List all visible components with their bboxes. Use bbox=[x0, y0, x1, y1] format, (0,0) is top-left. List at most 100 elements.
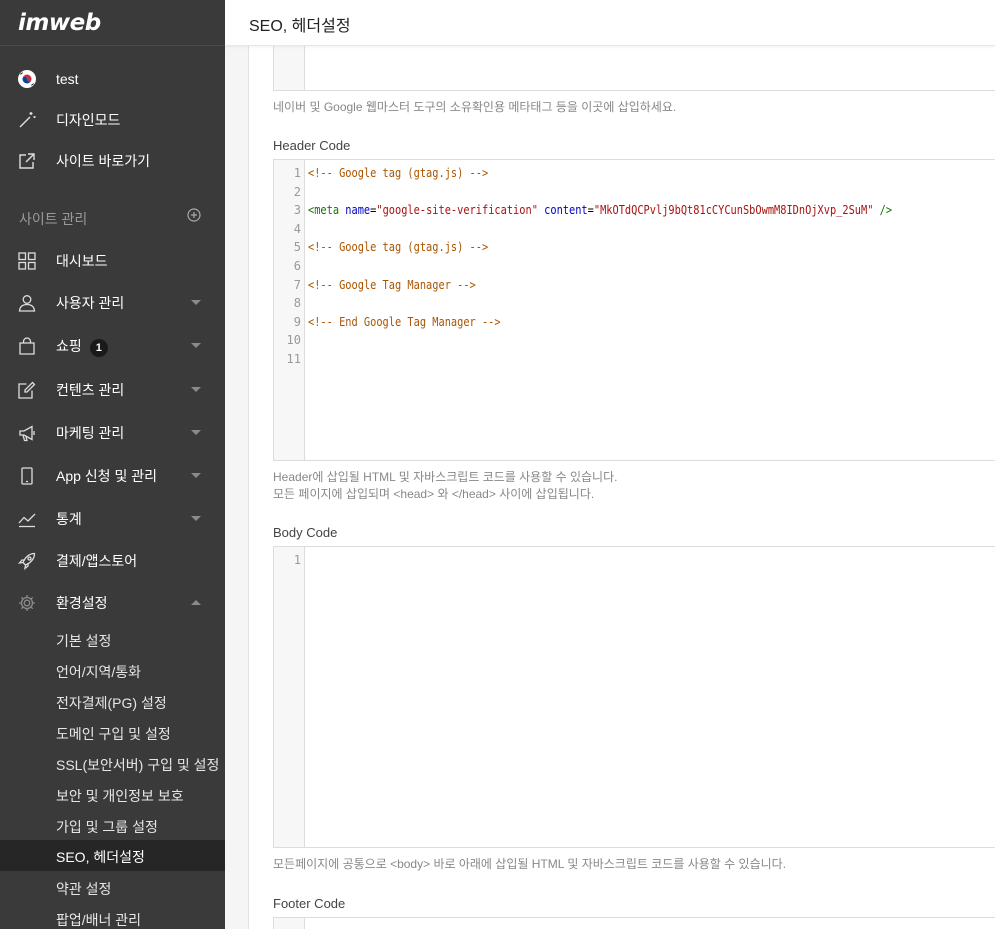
sidebar: imweb test 디자인모드 사이트 바로가기 사이트 관리 대시보드 사용… bbox=[0, 0, 225, 929]
sidebar-item-label: 마케팅 관리 bbox=[56, 425, 125, 441]
sidebar-item-app[interactable]: App 신청 및 관리 bbox=[0, 459, 225, 493]
sidebar-item-users[interactable]: 사용자 관리 bbox=[0, 286, 225, 320]
line-number: 8 bbox=[293, 296, 301, 310]
sub-item-label: 도메인 구입 및 설정 bbox=[56, 726, 171, 742]
help-line: Header에 삽입될 HTML 및 자바스크립트 코드를 사용할 수 있습니다… bbox=[273, 470, 618, 484]
header-code-help: Header에 삽입될 HTML 및 자바스크립트 코드를 사용할 수 있습니다… bbox=[273, 469, 617, 503]
sidebar-item-label: 대시보드 bbox=[56, 253, 108, 269]
sub-item-terms[interactable]: 약관 설정 bbox=[0, 872, 225, 903]
chevron-down-icon bbox=[191, 300, 201, 305]
header-code-editor[interactable]: 1 2 3 4 5 6 7 8 9 10 11 <!-- Google tag … bbox=[273, 159, 995, 461]
sidebar-item-label: 환경설정 bbox=[56, 595, 108, 611]
sub-item-popup-banner[interactable]: 팝업/배너 관리 bbox=[0, 903, 225, 929]
sub-item-security-privacy[interactable]: 보안 및 개인정보 보호 bbox=[0, 779, 225, 810]
footer-code-editor[interactable] bbox=[273, 917, 995, 929]
sidebar-item-label: 결제/앱스토어 bbox=[56, 553, 138, 569]
sidebar-item-marketing[interactable]: 마케팅 관리 bbox=[0, 416, 225, 450]
site-shortcut-label: 사이트 바로가기 bbox=[56, 153, 151, 169]
shopping-bag-icon bbox=[19, 337, 35, 355]
main-content: 네이버 및 Google 웹마스터 도구의 소유확인용 메타태그 등을 이곳에 … bbox=[248, 45, 995, 929]
sub-item-label: 전자결제(PG) 설정 bbox=[56, 695, 167, 711]
sub-item-seo-header[interactable]: SEO, 헤더설정 bbox=[0, 840, 225, 871]
header-code-label: Header Code bbox=[273, 138, 351, 153]
site-shortcut-link[interactable]: 사이트 바로가기 bbox=[0, 144, 225, 178]
sidebar-item-label: App 신청 및 관리 bbox=[56, 468, 157, 484]
sidebar-item-dashboard[interactable]: 대시보드 bbox=[0, 244, 225, 278]
line-number: 1 bbox=[293, 553, 301, 567]
sidebar-item-label: 사용자 관리 bbox=[56, 295, 125, 311]
line-number: 4 bbox=[293, 222, 301, 236]
meta-help-text: 네이버 및 Google 웹마스터 도구의 소유확인용 메타태그 등을 이곳에 … bbox=[273, 100, 677, 114]
top-bar: SEO, 헤더설정 bbox=[225, 0, 995, 46]
body-code-label: Body Code bbox=[273, 525, 338, 540]
sidebar-item-payment-appstore[interactable]: 결제/앱스토어 bbox=[0, 544, 225, 578]
meta-code-editor[interactable] bbox=[273, 45, 995, 91]
line-chart-icon bbox=[18, 513, 36, 528]
sub-item-domain[interactable]: 도메인 구입 및 설정 bbox=[0, 717, 225, 748]
editor-gutter: 1 2 3 4 5 6 7 8 9 10 11 bbox=[274, 160, 305, 460]
sub-item-basic-settings[interactable]: 기본 설정 bbox=[0, 624, 225, 655]
sidebar-item-contents[interactable]: 컨텐츠 관리 bbox=[0, 373, 225, 407]
sidebar-item-label: 통계 bbox=[56, 511, 82, 527]
korea-flag-icon bbox=[18, 70, 36, 88]
chevron-down-icon bbox=[191, 473, 201, 478]
body-code-help: 모든페이지에 공통으로 <body> 바로 아래에 삽입될 HTML 및 자바스… bbox=[273, 857, 787, 871]
sidebar-item-statistics[interactable]: 통계 bbox=[0, 502, 225, 536]
site-selector[interactable]: test bbox=[0, 62, 225, 96]
sub-item-label: 언어/지역/통화 bbox=[56, 664, 142, 680]
sidebar-item-label: 컨텐츠 관리 bbox=[56, 382, 125, 398]
line-number: 5 bbox=[293, 240, 301, 254]
sub-item-label: SEO, 헤더설정 bbox=[56, 849, 145, 865]
logo-text: imweb bbox=[18, 9, 101, 36]
editor-gutter: 1 bbox=[274, 547, 305, 847]
code-line: <!-- End Google Tag Manager --> bbox=[308, 315, 501, 329]
add-circle-icon[interactable] bbox=[187, 208, 201, 222]
sub-item-label: 기본 설정 bbox=[56, 633, 112, 649]
mobile-phone-icon bbox=[21, 467, 33, 485]
external-link-icon bbox=[19, 153, 35, 169]
code-line: <!-- Google tag (gtag.js) --> bbox=[308, 166, 489, 180]
footer-code-label: Footer Code bbox=[273, 896, 346, 911]
site-name: test bbox=[56, 71, 79, 87]
line-number: 2 bbox=[293, 185, 301, 199]
chevron-down-icon bbox=[191, 387, 201, 392]
line-number: 1 bbox=[293, 166, 301, 180]
line-number: 6 bbox=[293, 259, 301, 273]
editor-gutter bbox=[274, 918, 305, 929]
page-title: SEO, 헤더설정 bbox=[249, 18, 351, 35]
design-mode-link[interactable]: 디자인모드 bbox=[0, 103, 225, 137]
chevron-up-icon bbox=[191, 600, 201, 605]
line-number: 9 bbox=[293, 315, 301, 329]
editor-gutter bbox=[274, 45, 305, 90]
line-number: 7 bbox=[293, 278, 301, 292]
rocket-icon bbox=[18, 552, 36, 570]
sub-item-label: 약관 설정 bbox=[56, 881, 112, 897]
chevron-down-icon bbox=[191, 430, 201, 435]
sub-item-language-region[interactable]: 언어/지역/통화 bbox=[0, 655, 225, 686]
line-number: 3 bbox=[293, 203, 301, 217]
code-line: <!-- Google tag (gtag.js) --> bbox=[308, 240, 489, 254]
imweb-logo[interactable]: imweb bbox=[0, 0, 225, 46]
edit-icon bbox=[18, 381, 36, 399]
sub-item-pg-settings[interactable]: 전자결제(PG) 설정 bbox=[0, 686, 225, 717]
sub-item-ssl[interactable]: SSL(보안서버) 구입 및 설정 bbox=[0, 748, 225, 779]
gear-icon bbox=[19, 595, 35, 611]
code-line: <!-- Google Tag Manager --> bbox=[308, 278, 476, 292]
sidebar-item-shopping[interactable]: 쇼핑 1 bbox=[0, 329, 225, 363]
line-number: 11 bbox=[286, 352, 301, 366]
site-management-section-label: 사이트 관리 bbox=[19, 211, 88, 227]
sidebar-item-settings[interactable]: 환경설정 bbox=[0, 586, 225, 620]
sub-item-label: 보안 및 개인정보 보호 bbox=[56, 788, 184, 804]
sub-item-join-group[interactable]: 가입 및 그룹 설정 bbox=[0, 810, 225, 841]
body-code-editor[interactable]: 1 bbox=[273, 546, 995, 848]
shopping-count-badge: 1 bbox=[89, 338, 108, 357]
megaphone-icon bbox=[19, 425, 35, 442]
chevron-down-icon bbox=[191, 516, 201, 521]
design-mode-label: 디자인모드 bbox=[56, 112, 121, 128]
sub-item-label: 가입 및 그룹 설정 bbox=[56, 819, 158, 835]
sub-item-label: 팝업/배너 관리 bbox=[56, 912, 142, 928]
sidebar-item-label: 쇼핑 1 bbox=[56, 336, 108, 357]
help-line: 모든 페이지에 삽입되며 <head> 와 </head> 사이에 삽입됩니다. bbox=[273, 487, 595, 501]
magic-wand-icon bbox=[19, 112, 36, 128]
grid-icon bbox=[18, 252, 36, 270]
